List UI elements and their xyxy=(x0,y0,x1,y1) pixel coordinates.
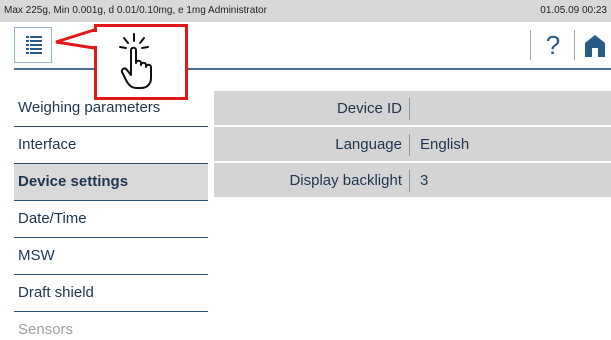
sidebar-item-date-time[interactable]: Date/Time xyxy=(14,201,208,238)
setting-row-display-backlight[interactable]: Display backlight 3 xyxy=(214,162,611,198)
help-button[interactable]: ? xyxy=(542,30,564,60)
row-divider xyxy=(409,134,410,156)
date-time-text: 01.05.09 00:23 xyxy=(540,5,607,16)
sidebar-item-device-settings[interactable]: Device settings xyxy=(14,164,208,201)
toolbar: ? xyxy=(0,22,611,70)
menu-button[interactable] xyxy=(14,27,52,63)
toolbar-divider xyxy=(574,30,575,60)
row-divider xyxy=(409,170,410,192)
tap-hand-icon xyxy=(119,33,152,89)
setting-label: Display backlight xyxy=(289,172,402,189)
sidebar-item-msw[interactable]: MSW xyxy=(14,238,208,275)
home-icon[interactable] xyxy=(584,34,606,58)
list-menu-icon xyxy=(26,36,42,54)
setting-row-language[interactable]: Language English xyxy=(214,126,611,162)
toolbar-divider xyxy=(530,30,531,60)
setting-value: English xyxy=(420,136,470,153)
sidebar-item-draft-shield[interactable]: Draft shield xyxy=(14,275,208,312)
sidebar-item-interface[interactable]: Interface xyxy=(14,127,208,164)
balance-info-text: Max 225g, Min 0.001g, d 0.01/0.10mg, e 1… xyxy=(4,5,267,16)
settings-sidebar: Weighing parameters Interface Device set… xyxy=(14,90,208,340)
setting-label: Language xyxy=(335,136,402,153)
setting-row-device-id[interactable]: Device ID xyxy=(214,90,611,126)
setting-value: 3 xyxy=(420,172,429,189)
setting-label: Device ID xyxy=(336,100,402,117)
sidebar-item-sensors[interactable]: Sensors xyxy=(14,312,208,340)
device-settings-table: Device ID Language English Display backl… xyxy=(214,90,611,198)
row-divider xyxy=(409,98,410,120)
status-bar: Max 225g, Min 0.001g, d 0.01/0.10mg, e 1… xyxy=(0,0,611,22)
